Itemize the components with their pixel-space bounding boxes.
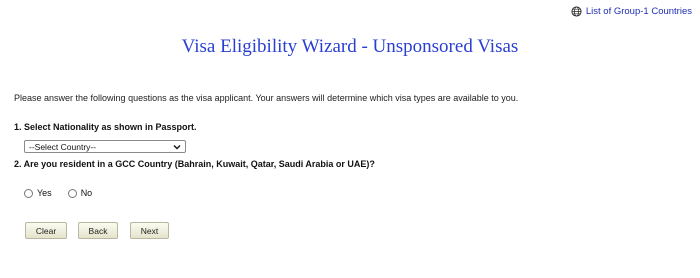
back-button[interactable]: Back — [78, 222, 118, 239]
chevron-down-icon — [173, 144, 181, 149]
intro-text: Please answer the following questions as… — [14, 93, 519, 103]
nationality-select-value: --Select Country-- — [29, 141, 97, 152]
radio-yes-label[interactable]: Yes — [37, 188, 52, 198]
nationality-select[interactable]: --Select Country-- — [24, 140, 186, 153]
radio-yes[interactable] — [24, 188, 33, 198]
question-1-label: 1. Select Nationality as shown in Passpo… — [14, 122, 197, 132]
gcc-resident-radio-group: Yes No — [24, 188, 108, 198]
group1-countries-link[interactable]: List of Group-1 Countries — [571, 6, 692, 17]
next-button[interactable]: Next — [130, 222, 169, 239]
globe-icon — [571, 6, 582, 17]
clear-button[interactable]: Clear — [25, 222, 67, 239]
page-title: Visa Eligibility Wizard - Unsponsored Vi… — [181, 36, 519, 57]
radio-no-label[interactable]: No — [81, 188, 93, 198]
group1-countries-label[interactable]: List of Group-1 Countries — [586, 6, 692, 17]
radio-no[interactable] — [67, 188, 77, 198]
question-2-label: 2. Are you resident in a GCC Country (Ba… — [14, 159, 375, 169]
